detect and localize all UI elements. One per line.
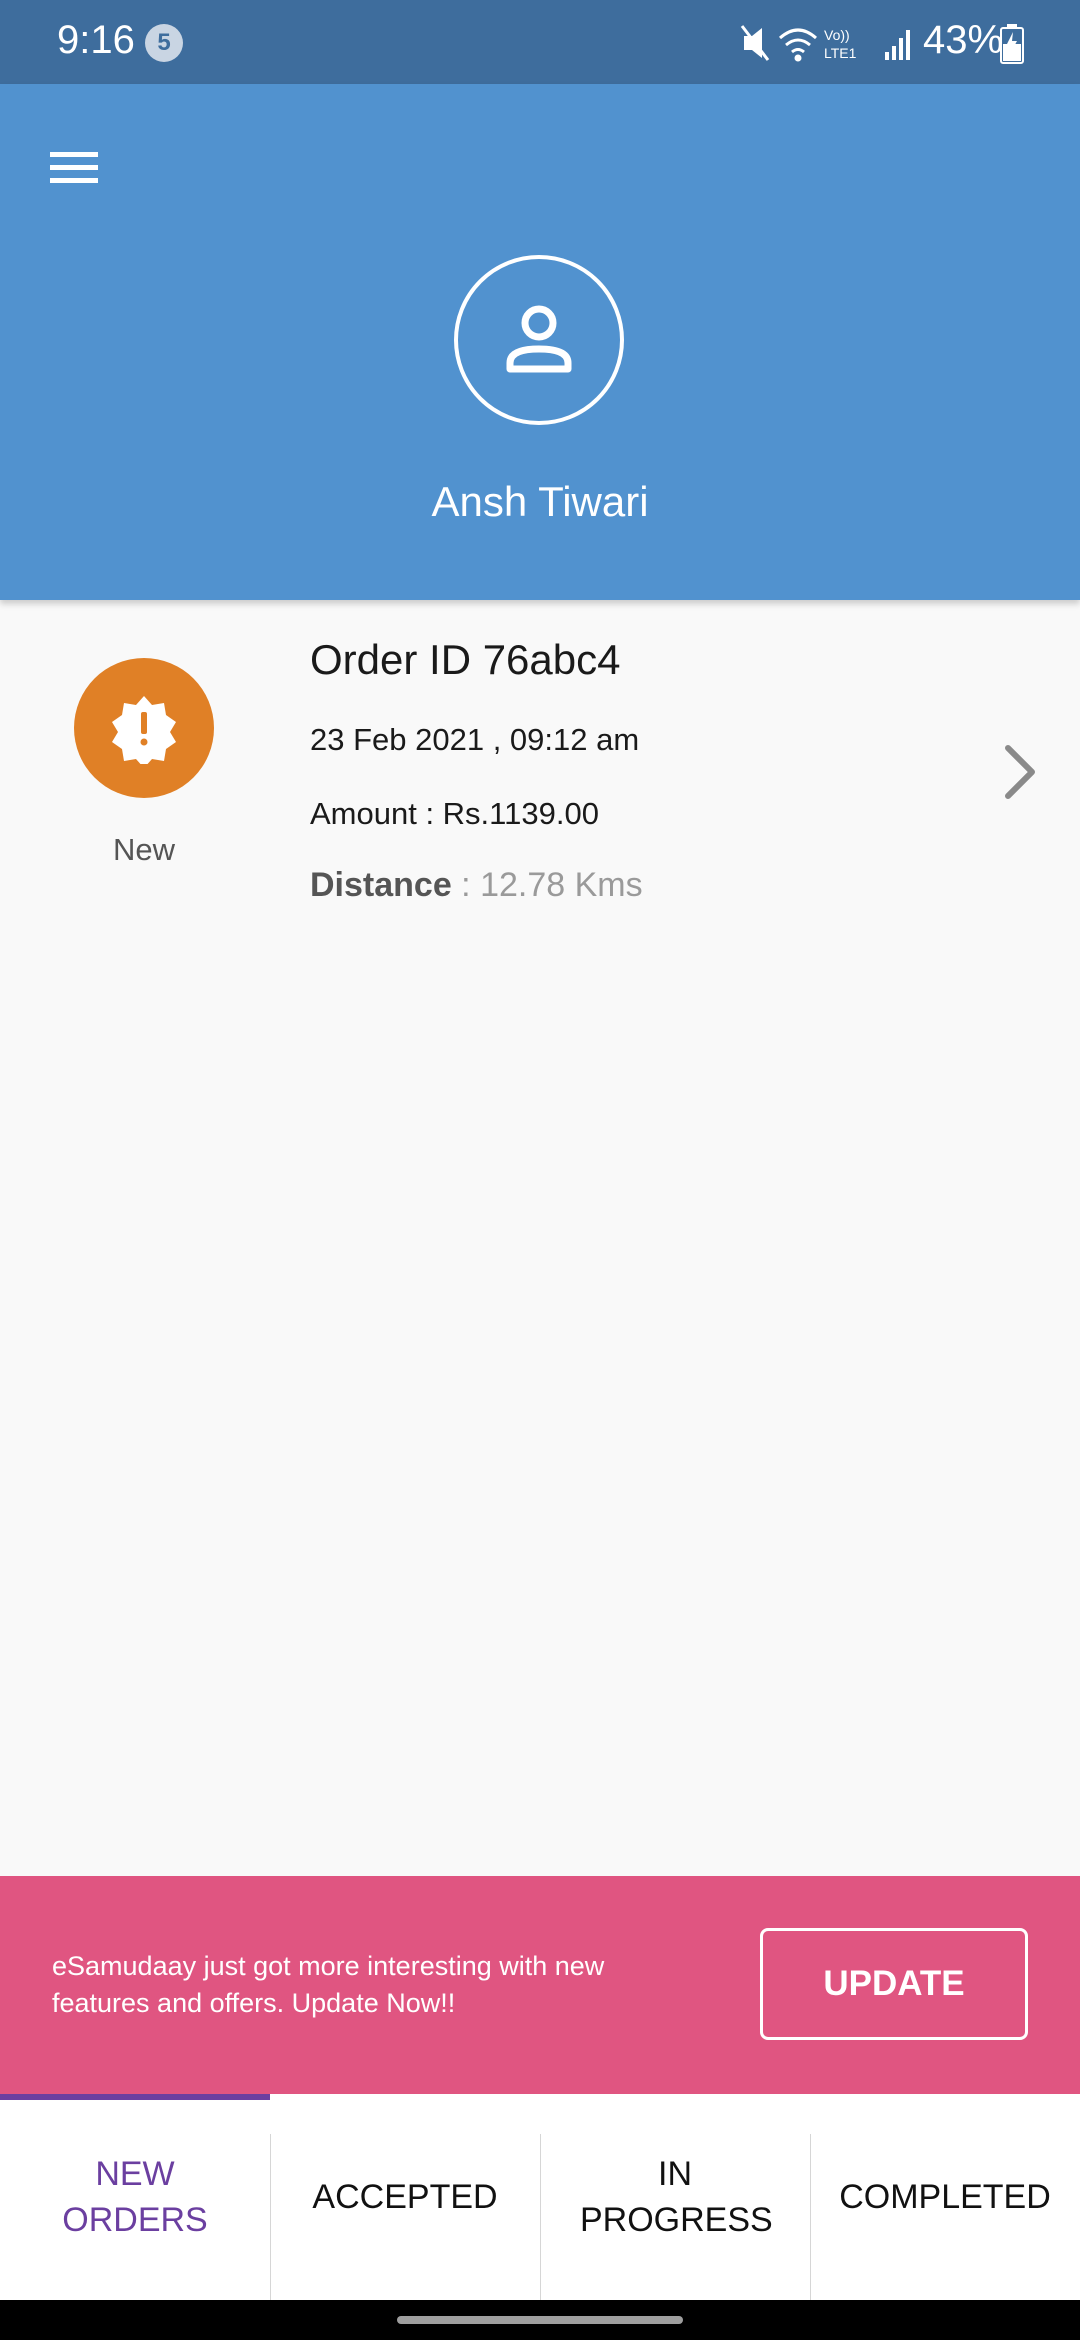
order-status-label: New — [112, 832, 175, 867]
status-bar: 9:16 5 Vo)) LTE1 43% — [0, 0, 1080, 84]
alert-badge-icon — [112, 696, 176, 764]
signal-icon — [885, 30, 910, 60]
update-button[interactable]: UPDATE — [760, 1928, 1028, 2040]
status-icons: Vo)) LTE1 — [740, 25, 910, 62]
update-message: eSamudaay just got more interesting with… — [52, 1951, 605, 2018]
order-amount: Amount : Rs.1139.00 — [310, 796, 599, 831]
active-tab-indicator — [0, 2094, 270, 2100]
notification-count-badge: 5 — [145, 24, 183, 62]
distance-label: Distance — [310, 866, 452, 904]
user-name: Ansh Tiwari — [431, 478, 649, 525]
tab-label: COMPLETED — [839, 2178, 1051, 2216]
tab-label: NEW ORDERS — [62, 2155, 208, 2239]
tab-completed[interactable]: COMPLETED — [810, 2094, 1080, 2300]
tab-new-orders[interactable]: NEW ORDERS — [0, 2094, 270, 2300]
mute-icon — [740, 25, 770, 61]
menu-button[interactable] — [40, 114, 110, 184]
home-gesture-handle[interactable] — [397, 2316, 683, 2324]
system-navigation-bar — [0, 2300, 1080, 2340]
order-id: Order ID 76abc4 — [310, 636, 621, 683]
wifi-icon — [779, 28, 817, 62]
volte-label: Vo)) — [824, 27, 850, 43]
tab-in-progress[interactable]: IN PROGRESS — [540, 2094, 810, 2300]
battery-charging-icon — [1000, 24, 1024, 64]
order-distance: Distance : 12.78 Kms — [310, 866, 643, 905]
order-card[interactable]: New Order ID 76abc4 23 Feb 2021 , 09:12 … — [0, 600, 1080, 930]
lte-label: LTE1 — [824, 45, 857, 61]
update-banner: eSamudaay just got more interesting with… — [0, 1876, 1080, 2094]
avatar[interactable] — [454, 255, 624, 425]
battery-percentage: 43% — [923, 18, 1004, 62]
tab-label: ACCEPTED — [312, 2178, 498, 2216]
tab-accepted[interactable]: ACCEPTED — [270, 2094, 540, 2300]
order-status-badge — [74, 658, 214, 798]
status-time: 9:16 — [57, 18, 135, 62]
profile-header: Ansh Tiwari — [0, 84, 1080, 600]
hamburger-menu-icon — [50, 152, 98, 183]
person-icon — [506, 305, 572, 373]
distance-separator: : — [451, 866, 481, 904]
order-tabs: NEW ORDERS ACCEPTED IN PROGRESS COMPLETE… — [0, 2094, 1080, 2300]
order-date: 23 Feb 2021 , 09:12 am — [310, 722, 640, 757]
chevron-right-icon[interactable] — [1000, 742, 1040, 802]
tab-label: IN PROGRESS — [580, 2155, 773, 2239]
distance-value: 12.78 Kms — [480, 866, 643, 904]
